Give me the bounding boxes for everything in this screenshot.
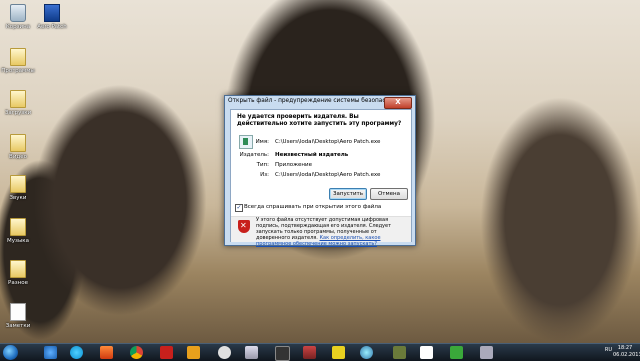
field-publisher: Издатель: Неизвестный издатель <box>239 152 409 159</box>
desktop-icon-aero-patch[interactable]: Aero Patch <box>34 4 70 30</box>
desktop-icon-recycle-bin[interactable]: Корзина <box>0 4 36 30</box>
chat-icon[interactable] <box>360 346 373 359</box>
security-shield-icon <box>238 220 250 233</box>
desktop-icon-misc[interactable]: Разное <box>0 260 36 286</box>
desktop-icon-video[interactable]: Видео <box>0 134 36 160</box>
h-icon[interactable] <box>187 346 200 359</box>
chrome-icon[interactable] <box>130 346 143 359</box>
clock-time: 18:27 <box>617 345 633 351</box>
dialog-question: Не удается проверить издателя. Вы действ… <box>237 114 402 127</box>
field-label: Имя: <box>255 139 269 145</box>
cancel-button[interactable]: Отмена <box>370 188 408 200</box>
field-from: Из: C:\Users\lodai\Desktop\Aero Patch.ex… <box>239 172 409 179</box>
language-indicator[interactable]: RU <box>605 347 612 353</box>
desktop-icon-label: Aero Patch <box>37 24 67 30</box>
skype-icon[interactable] <box>70 346 83 359</box>
desktop-icon-programs[interactable]: Программы <box>0 48 36 74</box>
taskbar: RU 18:27 06.02.2013 <box>0 343 640 361</box>
always-ask-checkbox[interactable]: ✓ <box>235 204 243 212</box>
mail-icon[interactable] <box>245 346 258 359</box>
run-button[interactable]: Запустить <box>329 188 367 200</box>
field-label: Издатель: <box>239 152 269 158</box>
desktop: Корзина Aero Patch Программы Загрузки Ви… <box>0 0 640 343</box>
field-value: C:\Users\lodai\Desktop\Aero Patch.exe <box>275 172 381 178</box>
desktop-icon-label: Звуки <box>9 195 27 201</box>
desktop-icon-label: Музыка <box>7 238 29 244</box>
dialog-body: Не удается проверить издателя. Вы действ… <box>230 109 412 247</box>
desktop-icon-label: Программы <box>1 68 35 74</box>
folder-icon <box>10 260 26 278</box>
pdf-icon[interactable] <box>420 346 433 359</box>
close-button[interactable]: X <box>384 97 412 109</box>
field-type: Тип: Приложение <box>239 162 409 169</box>
clock[interactable]: 18:27 06.02.2013 <box>613 345 640 359</box>
video-icon[interactable] <box>303 346 316 359</box>
panda-icon[interactable] <box>218 346 231 359</box>
field-value: Приложение <box>275 162 312 168</box>
field-label: Из: <box>260 172 269 178</box>
folder-icon <box>10 90 26 108</box>
game-icon[interactable] <box>393 346 406 359</box>
always-ask-label: Всегда спрашивать при открытии этого фай… <box>244 204 382 210</box>
folder-icon <box>10 218 26 236</box>
maze-icon[interactable] <box>332 346 345 359</box>
utorrent-icon[interactable] <box>450 346 463 359</box>
desktop-icon-label: Корзина <box>5 24 31 30</box>
media-icon[interactable] <box>275 346 290 361</box>
recycle-bin-icon <box>10 4 26 22</box>
kaspersky-icon[interactable] <box>160 346 173 359</box>
desktop-icon-label: Разное <box>8 280 28 286</box>
clock-date: 06.02.2013 <box>613 352 640 358</box>
desktop-icon-sounds[interactable]: Звуки <box>0 175 36 201</box>
folder-icon <box>10 175 26 193</box>
file-icon <box>10 303 26 321</box>
folder-icon <box>10 48 26 66</box>
desktop-icon-label: Заметки <box>5 323 31 329</box>
field-label: Тип: <box>256 162 269 168</box>
desktop-icon-label: Загрузки <box>4 110 32 116</box>
dialog-title: Открыть файл - предупреждение системы бе… <box>228 98 404 104</box>
flash-icon[interactable] <box>100 346 113 359</box>
field-name: Имя: C:\Users\lodai\Desktop\Aero Patch.e… <box>239 139 409 146</box>
field-value: Неизвестный издатель <box>275 152 349 158</box>
folder-icon <box>10 134 26 152</box>
start-button[interactable] <box>3 345 18 360</box>
desktop-icon-label: Видео <box>9 154 27 160</box>
security-warning-dialog: Открыть файл - предупреждение системы бе… <box>224 95 416 247</box>
desktop-icon-music[interactable]: Музыка <box>0 218 36 244</box>
ie-icon[interactable] <box>44 346 57 359</box>
tool-icon[interactable] <box>480 346 493 359</box>
aero-patch-icon <box>44 4 60 22</box>
desktop-icon-notes[interactable]: Заметки <box>0 303 36 329</box>
desktop-icon-downloads[interactable]: Загрузки <box>0 90 36 116</box>
field-value: C:\Users\lodai\Desktop\Aero Patch.exe <box>275 139 381 145</box>
warning-text: У этого файла отсутствует допустимая циф… <box>256 217 408 247</box>
